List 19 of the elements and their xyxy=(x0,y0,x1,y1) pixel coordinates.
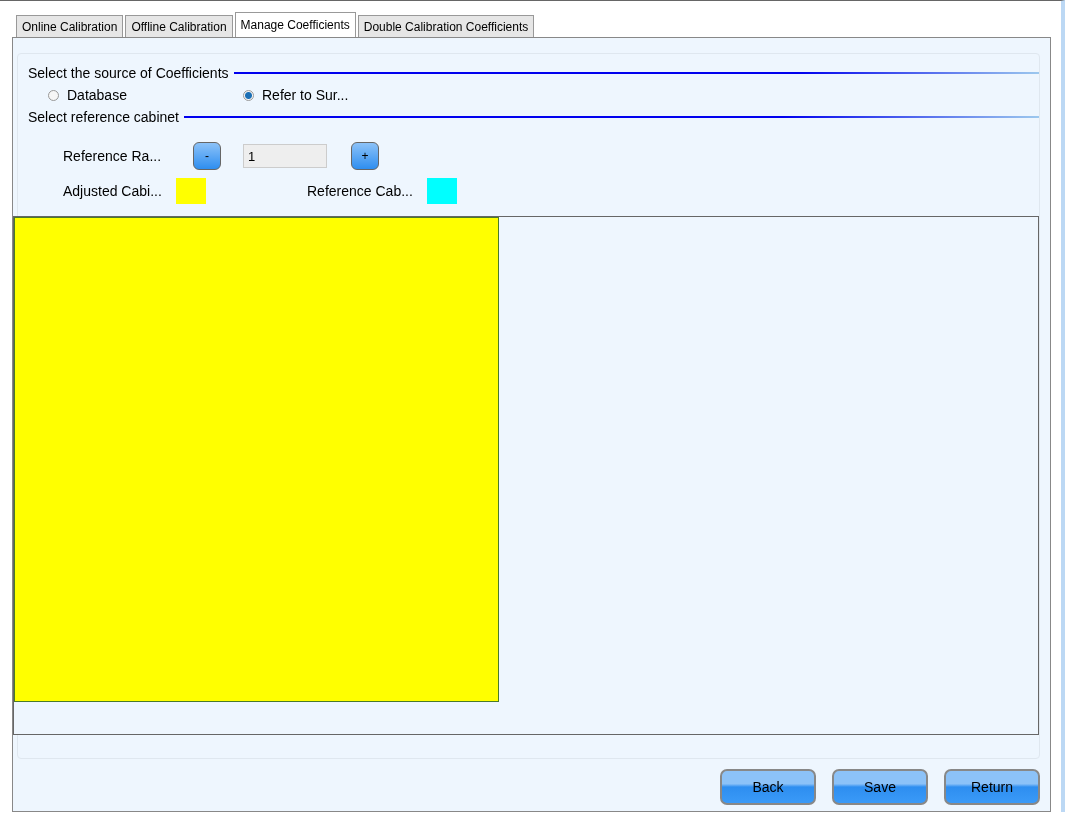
increment-button[interactable]: + xyxy=(351,142,379,170)
radio-button[interactable] xyxy=(48,89,59,101)
action-button[interactable]: Return xyxy=(944,769,1040,805)
tab[interactable]: Double Calibration Coefficients xyxy=(357,15,535,37)
legend-label: Adjusted Cabi... xyxy=(63,183,162,199)
tab[interactable]: Online Calibration xyxy=(16,15,124,37)
reference-label: Reference Ra... xyxy=(63,148,163,164)
tab[interactable]: Offline Calibration xyxy=(125,15,233,37)
legend-label: Reference Cab... xyxy=(307,183,413,199)
radio-label: Refer to Sur... xyxy=(262,87,349,103)
action-button[interactable]: Save xyxy=(832,769,928,805)
tab[interactable]: Manage Coefficients xyxy=(234,12,356,37)
action-button[interactable]: Back xyxy=(720,769,816,805)
section-title: Select the source of Coefficients xyxy=(28,65,229,81)
number-field[interactable]: 1 xyxy=(243,144,327,168)
decrement-button[interactable]: - xyxy=(193,142,221,170)
radio-button[interactable] xyxy=(243,89,254,101)
radio-label: Database xyxy=(67,87,127,103)
section-title: Select reference cabinet xyxy=(28,109,179,125)
